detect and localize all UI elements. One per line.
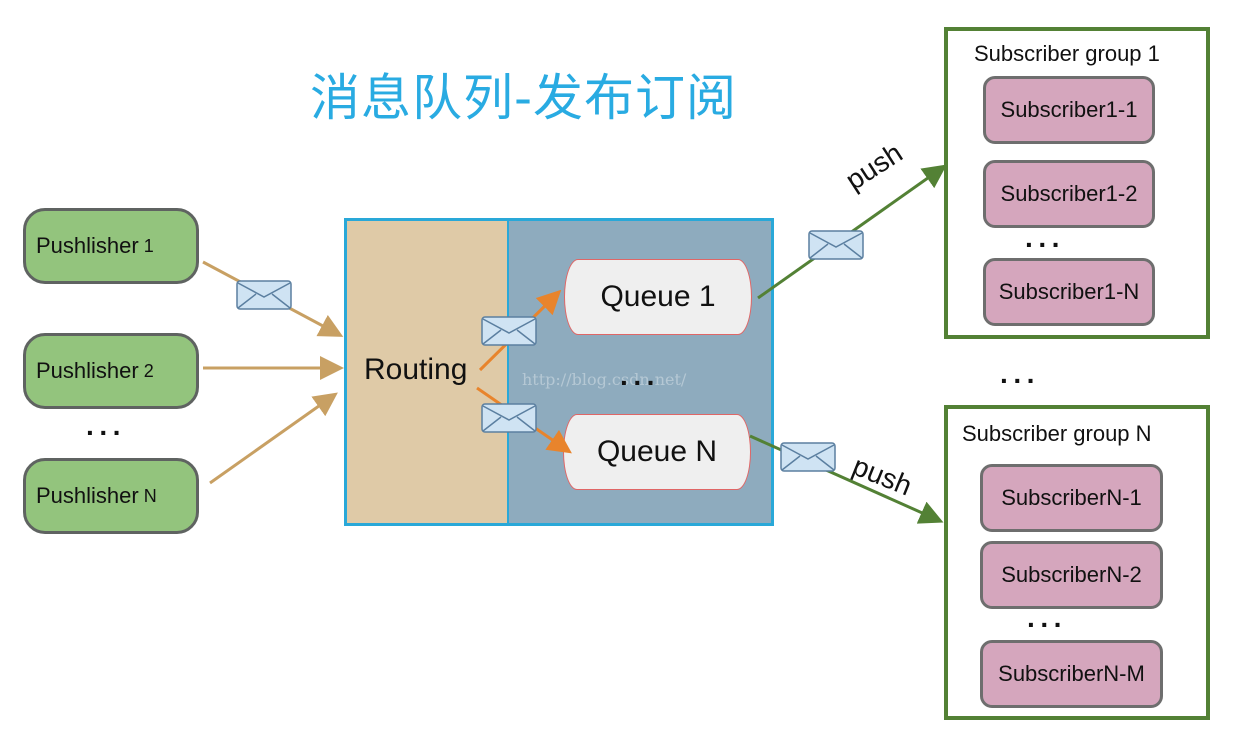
envelope-icon: [236, 280, 292, 310]
group-title: Subscriber group N: [962, 421, 1152, 446]
subscriber-ellipsis: ···: [1025, 229, 1065, 260]
publisher-ellipsis: ···: [86, 417, 126, 448]
subscriber: Subscriber1-2: [983, 160, 1155, 228]
subscriber: Subscriber1-N: [983, 258, 1155, 326]
arrow-publisher-n: [209, 392, 338, 485]
subscriber: SubscriberN-1: [980, 464, 1163, 532]
group-title: Subscriber group 1: [974, 41, 1160, 66]
publisher-name: Pushlisher: [36, 483, 139, 508]
publisher-index: N: [143, 485, 157, 506]
envelope-icon: [481, 403, 537, 433]
envelope-icon: [780, 442, 836, 472]
publisher-index: 1: [143, 235, 154, 256]
envelope-icon: [481, 316, 537, 346]
publisher-index: 2: [143, 360, 154, 381]
publisher-name: Pushlisher: [36, 233, 139, 258]
envelope-icon: [808, 230, 864, 260]
publisher-2: Pushlisher 2: [23, 333, 199, 409]
subscriber: Subscriber1-1: [983, 76, 1155, 144]
publisher-1: Pushlisher 1: [23, 208, 199, 284]
publisher-n: Pushlisher N: [23, 458, 199, 534]
subscriber: SubscriberN-M: [980, 640, 1163, 708]
publisher-name: Pushlisher: [36, 358, 139, 383]
subscriber-ellipsis: ···: [1027, 609, 1067, 640]
group-ellipsis: ···: [1000, 365, 1040, 396]
subscriber: SubscriberN-2: [980, 541, 1163, 609]
